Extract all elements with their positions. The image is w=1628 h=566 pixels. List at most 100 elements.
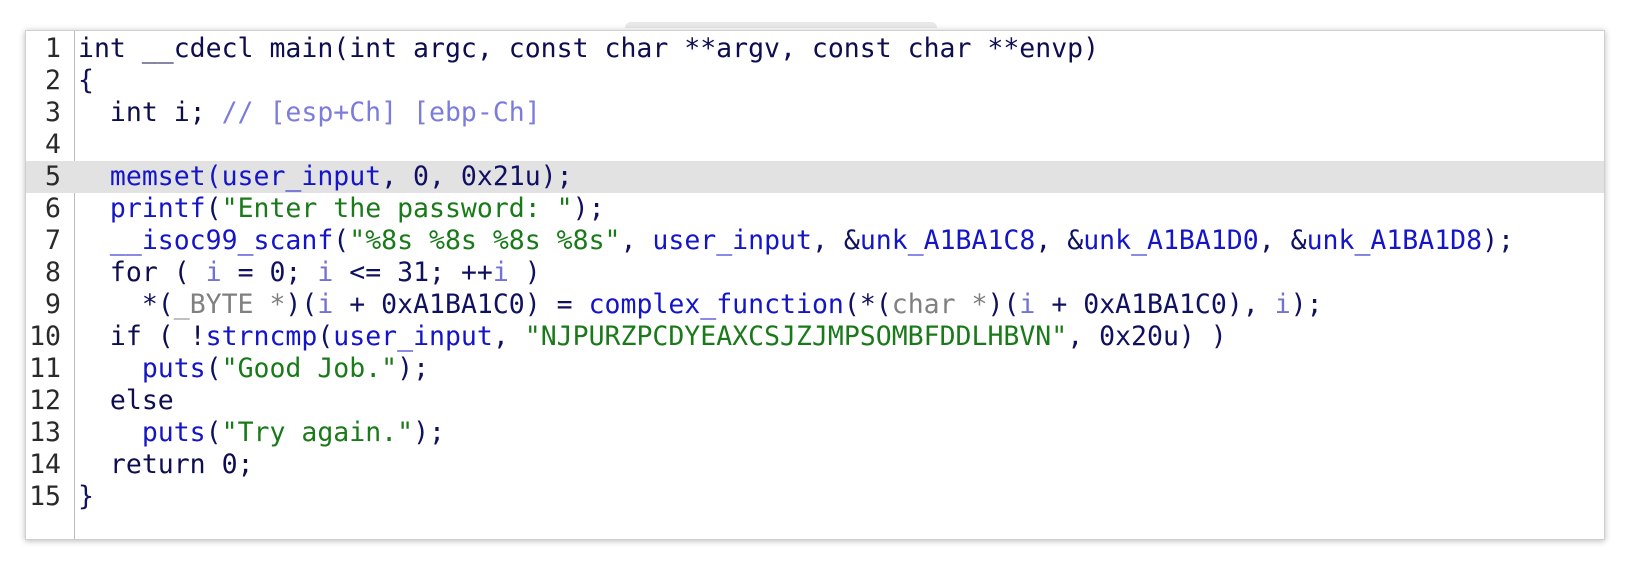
code-token: , & [1258, 225, 1307, 256]
code-line[interactable]: 8 for ( i = 0; i <= 31; ++i ) [26, 257, 1604, 289]
window-drag-tab[interactable] [625, 22, 937, 28]
code-token: ); [572, 193, 605, 224]
code-token: "%8s %8s %8s %8s" [349, 225, 621, 256]
code-token: "Enter the password: " [221, 193, 573, 224]
code-token[interactable]: unk_A1BA1D0 [1083, 225, 1259, 256]
code-token: ); [1290, 289, 1323, 320]
code-token: , & [811, 225, 860, 256]
code-token[interactable]: i [493, 257, 509, 288]
pseudocode-editor[interactable]: 1 int __cdecl main(int argc, const char *… [25, 30, 1605, 540]
code-text[interactable]: memset(user_input, 0, 0x21u); [78, 161, 573, 193]
code-token: // [esp+Ch] [ebp-Ch] [221, 97, 541, 128]
code-token: )( [987, 289, 1020, 320]
code-token: , [620, 225, 653, 256]
code-text[interactable]: if ( !strncmp(user_input, "NJPURZPCDYEAX… [78, 321, 1227, 353]
code-token: ); [397, 353, 430, 384]
line-number: 6 [45, 193, 61, 224]
code-token: ( [205, 193, 222, 224]
code-text[interactable]: else [78, 385, 174, 417]
code-text[interactable]: __isoc99_scanf("%8s %8s %8s %8s", user_i… [78, 225, 1514, 257]
line-number: 7 [45, 225, 61, 256]
code-text[interactable]: *(_BYTE *)(i + 0xA1BA1C0) = complex_func… [78, 289, 1323, 321]
code-token: ( [333, 225, 350, 256]
code-token[interactable]: user_input [652, 225, 812, 256]
code-token: char * [891, 289, 988, 320]
code-line[interactable]: 3 int i; // [esp+Ch] [ebp-Ch] [26, 97, 1604, 129]
code-text[interactable]: puts("Try again."); [78, 417, 445, 449]
code-token[interactable]: user_input [333, 321, 493, 352]
line-number: 4 [45, 129, 61, 160]
code-token[interactable]: unk_A1BA1D8 [1307, 225, 1483, 256]
code-token: )( [285, 289, 318, 320]
code-line[interactable]: 6 printf("Enter the password: "); [26, 193, 1604, 225]
code-line[interactable]: 9 *(_BYTE *)(i + 0xA1BA1C0) = complex_fu… [26, 289, 1604, 321]
code-token[interactable]: puts [78, 417, 206, 448]
code-line-current[interactable]: 5 memset(user_input, 0, 0x21u); [26, 161, 1604, 193]
code-token: if ( ! [78, 321, 206, 352]
code-token: ) [508, 257, 541, 288]
code-token[interactable]: memset(user_input [78, 161, 381, 192]
code-token: , & [1035, 225, 1084, 256]
code-token: <= 31; ++ [333, 257, 493, 288]
code-line[interactable]: 1 int __cdecl main(int argc, const char *… [26, 33, 1604, 65]
line-number: 14 [29, 449, 61, 480]
code-token: { [78, 65, 94, 96]
code-line[interactable]: 2{ [26, 65, 1604, 97]
code-text[interactable]: printf("Enter the password: "); [78, 193, 605, 225]
line-number: 12 [29, 385, 61, 416]
code-token: = 0; [221, 257, 318, 288]
code-line[interactable]: 7 __isoc99_scanf("%8s %8s %8s %8s", user… [26, 225, 1604, 257]
line-number: 8 [45, 257, 61, 288]
code-token[interactable]: printf [78, 193, 206, 224]
code-token: + 0xA1BA1C0) = [333, 289, 589, 320]
code-text[interactable]: } [78, 481, 94, 513]
code-line[interactable]: 12 else [26, 385, 1604, 417]
line-number: 11 [29, 353, 61, 384]
code-text[interactable]: for ( i = 0; i <= 31; ++i ) [78, 257, 541, 289]
code-token[interactable]: i [1275, 289, 1291, 320]
code-token[interactable]: unk_A1BA1C8 [860, 225, 1036, 256]
code-token: , [492, 321, 525, 352]
code-token: + 0xA1BA1C0), [1035, 289, 1275, 320]
code-text[interactable]: return 0; [78, 449, 254, 481]
code-token: "Try again." [221, 417, 414, 448]
line-number: 10 [29, 321, 61, 352]
code-token: "Good Job." [221, 353, 398, 384]
code-token: int __cdecl main(int argc, const char **… [78, 33, 1100, 64]
code-token: "NJPURZPCDYEAXCSJZJMPSOMBFDDLHBVN" [524, 321, 1068, 352]
line-number: 5 [45, 161, 61, 192]
code-token[interactable]: i [317, 289, 333, 320]
code-text[interactable]: int __cdecl main(int argc, const char **… [78, 33, 1099, 65]
code-line[interactable]: 11 puts("Good Job."); [26, 353, 1604, 385]
code-token: return 0; [78, 449, 254, 480]
code-token: ( [205, 353, 222, 384]
code-line[interactable]: 13 puts("Try again."); [26, 417, 1604, 449]
code-token[interactable]: complex_function [589, 289, 844, 320]
code-line[interactable]: 15} [26, 481, 1604, 513]
code-token[interactable]: strncmp [206, 321, 318, 352]
code-token: } [78, 481, 94, 512]
code-token[interactable]: i [206, 257, 222, 288]
code-token: ( [205, 417, 222, 448]
code-text[interactable]: { [78, 65, 94, 97]
code-token: (*( [843, 289, 892, 320]
code-text[interactable]: puts("Good Job."); [78, 353, 429, 385]
line-number: 13 [29, 417, 61, 448]
code-area[interactable]: 1 int __cdecl main(int argc, const char *… [26, 33, 1604, 513]
line-number: 2 [45, 65, 61, 96]
code-line[interactable]: 14 return 0; [26, 449, 1604, 481]
line-number: 3 [45, 97, 61, 128]
code-line[interactable]: 10 if ( !strncmp(user_input, "NJPURZPCDY… [26, 321, 1604, 353]
code-text[interactable]: int i; // [esp+Ch] [ebp-Ch] [78, 97, 541, 129]
code-token[interactable]: puts [78, 353, 206, 384]
code-token: for ( [78, 257, 206, 288]
code-token[interactable]: i [1019, 289, 1035, 320]
line-number: 15 [29, 481, 61, 512]
code-token[interactable]: __isoc99_scanf [78, 225, 333, 256]
code-token: else [78, 385, 174, 416]
line-number: 9 [45, 289, 61, 320]
code-token: , 0, 0x21u); [381, 161, 573, 192]
code-token: , 0x20u) ) [1067, 321, 1227, 352]
code-token[interactable]: i [317, 257, 333, 288]
code-line[interactable]: 4 [26, 129, 1604, 161]
